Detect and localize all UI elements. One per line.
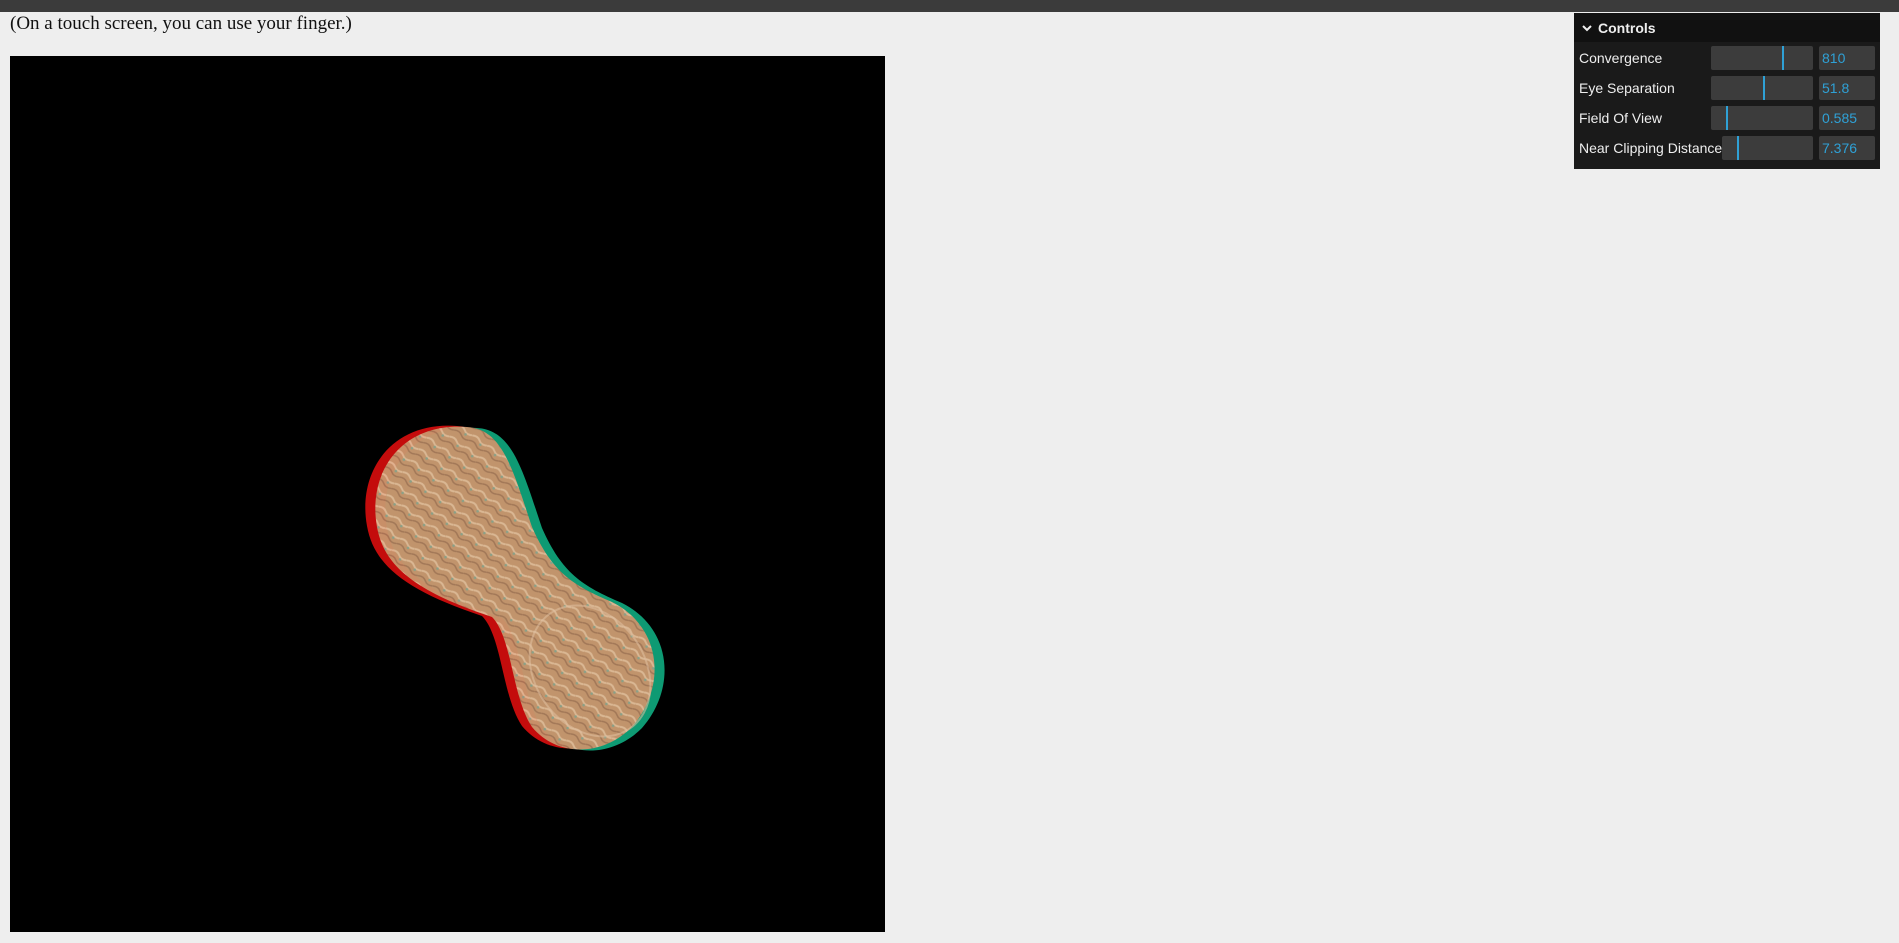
control-row-eye-separation: Eye Separation 51.8 <box>1574 72 1880 102</box>
control-label: Convergence <box>1579 50 1663 66</box>
controls-panel: Controls Convergence 810 Eye Separation … <box>1574 13 1880 169</box>
control-row-near-clipping: Near Clipping Distance 7.376 <box>1574 132 1880 162</box>
near-clipping-value-field[interactable]: 7.376 <box>1819 136 1875 160</box>
chevron-down-icon <box>1582 24 1592 31</box>
slider-thumb[interactable] <box>1763 76 1765 100</box>
browser-chrome-strip <box>0 0 1899 12</box>
controls-header[interactable]: Controls <box>1574 13 1880 42</box>
field-of-view-slider[interactable] <box>1711 106 1813 130</box>
eye-separation-slider[interactable] <box>1711 76 1813 100</box>
field-of-view-value-field[interactable]: 0.585 <box>1819 106 1875 130</box>
control-row-convergence: Convergence 810 <box>1574 42 1880 72</box>
control-label: Field Of View <box>1579 110 1662 126</box>
convergence-slider[interactable] <box>1711 46 1813 70</box>
convergence-value-field[interactable]: 810 <box>1819 46 1875 70</box>
slider-thumb[interactable] <box>1726 106 1728 130</box>
eye-separation-value-field[interactable]: 51.8 <box>1819 76 1875 100</box>
control-label: Near Clipping Distance <box>1579 140 1723 156</box>
near-clipping-slider[interactable] <box>1722 136 1813 160</box>
control-label: Eye Separation <box>1579 80 1675 96</box>
touch-hint-text: (On a touch screen, you can use your fin… <box>10 13 352 34</box>
slider-thumb[interactable] <box>1782 46 1784 70</box>
browser-top-edge <box>0 0 1899 13</box>
stereo-canvas[interactable] <box>10 56 885 932</box>
controls-title: Controls <box>1598 19 1656 36</box>
slider-thumb[interactable] <box>1737 136 1739 160</box>
anaglyph-model <box>365 425 665 751</box>
control-row-field-of-view: Field Of View 0.585 <box>1574 102 1880 132</box>
